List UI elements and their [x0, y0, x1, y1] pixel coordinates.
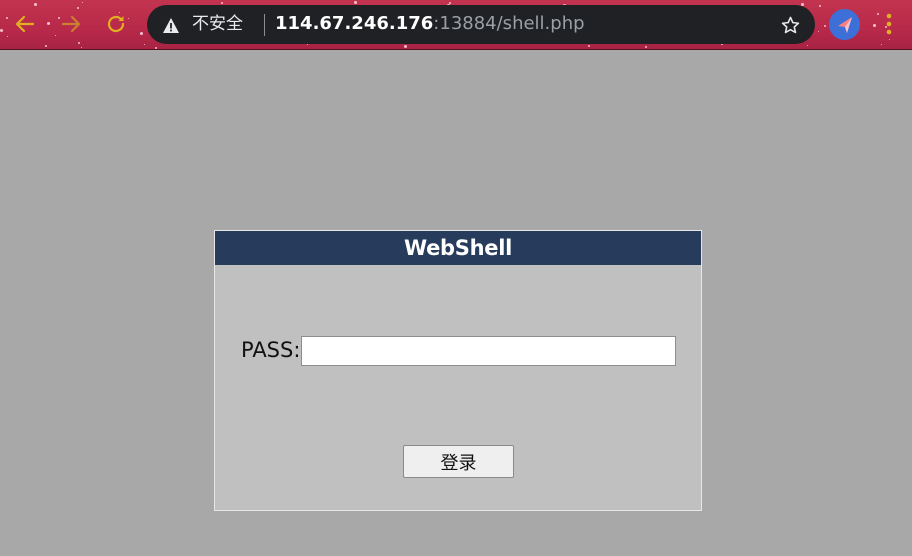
password-label: PASS:	[241, 338, 301, 362]
login-header: WebShell	[215, 231, 701, 265]
toolbar-sparkle	[78, 42, 80, 44]
toolbar-sparkle	[155, 47, 157, 49]
password-input[interactable]	[301, 336, 676, 366]
toolbar-sparkle	[588, 45, 590, 47]
address-bar[interactable]: 不安全 114.67.246.176:13884/shell.php	[147, 5, 815, 44]
security-indicator[interactable]	[161, 15, 181, 35]
toolbar-sparkle	[221, 2, 223, 4]
toolbar-sparkle	[307, 44, 308, 45]
star-icon	[781, 16, 799, 33]
toolbar-sparkle	[140, 32, 143, 35]
toolbar-sparkle	[807, 45, 808, 46]
back-button[interactable]	[10, 9, 40, 39]
toolbar-sparkle	[354, 1, 357, 4]
toolbar-sparkle	[6, 17, 8, 19]
warning-triangle-icon	[163, 17, 179, 33]
url-path: :13884/shell.php	[433, 13, 585, 34]
login-button[interactable]: 登录	[403, 445, 514, 478]
toolbar-sparkle	[818, 31, 819, 32]
toolbar-sparkle	[824, 25, 826, 27]
toolbar-sparkle	[45, 45, 47, 47]
toolbar-sparkle	[404, 45, 407, 48]
toolbar-sparkle	[47, 22, 50, 25]
toolbar-sparkle	[82, 2, 83, 3]
browser-toolbar: 不安全 114.67.246.176:13884/shell.php	[0, 0, 912, 50]
login-title: WebShell	[403, 236, 512, 260]
arrow-left-icon	[15, 15, 35, 33]
toolbar-sparkle	[873, 24, 876, 27]
bookmark-button[interactable]	[779, 14, 801, 36]
address-separator	[264, 14, 265, 36]
arrow-right-icon	[61, 15, 81, 33]
url-host: 114.67.246.176	[275, 13, 434, 34]
url-text[interactable]: 114.67.246.176:13884/shell.php	[275, 13, 585, 35]
toolbar-sparkle	[645, 46, 647, 48]
toolbar-sparkle	[0, 29, 3, 32]
forward-button[interactable]	[56, 9, 86, 39]
toolbar-sparkle	[144, 44, 145, 45]
kebab-menu-icon	[886, 13, 892, 35]
toolbar-sparkle	[881, 44, 882, 45]
toolbar-sparkle	[81, 47, 82, 48]
toolbar-sparkle	[7, 36, 8, 37]
browser-menu-button[interactable]	[878, 11, 900, 37]
reload-icon	[107, 15, 125, 33]
login-panel: WebShell PASS: 登录	[214, 230, 702, 511]
toolbar-sparkle	[819, 5, 821, 7]
profile-avatar-icon	[837, 16, 852, 33]
reload-button[interactable]	[101, 9, 131, 39]
security-status-text[interactable]: 不安全	[192, 14, 243, 34]
toolbar-sparkle	[34, 3, 37, 6]
profile-button[interactable]	[829, 9, 860, 40]
toolbar-sparkle	[889, 39, 890, 40]
